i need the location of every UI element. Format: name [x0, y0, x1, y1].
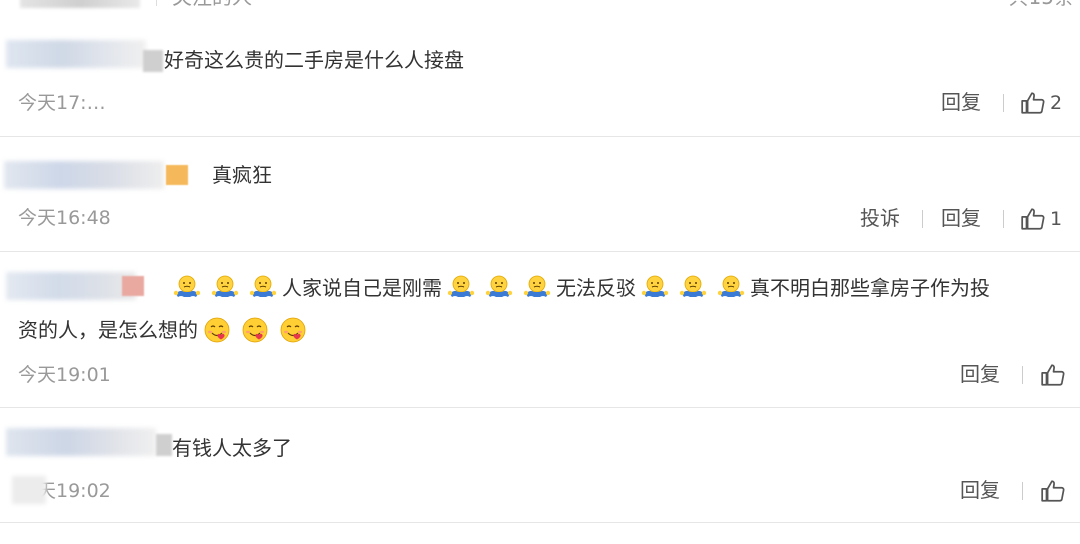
comment-text-part: 无法反驳 — [556, 276, 636, 300]
comment-time: 今天19:01 — [18, 364, 111, 386]
reply-button[interactable]: 回复 — [960, 362, 1000, 386]
comment-time: 今天16:48 — [18, 207, 111, 229]
like-button[interactable]: 2 — [1020, 90, 1062, 116]
blurred-username[interactable] — [6, 272, 136, 300]
shrug-emoji-icon — [523, 275, 551, 297]
blurred-username[interactable] — [6, 40, 146, 68]
divider — [1022, 366, 1023, 384]
blurred-username[interactable] — [6, 428, 156, 456]
blurred-avatar-edge — [166, 165, 188, 185]
like-button[interactable] — [1040, 362, 1066, 388]
reply-button[interactable]: 回复 — [960, 478, 1000, 502]
comment-item: 好奇这么贵的二手房是什么人接盘 今天17:… 回复 2 — [0, 0, 1080, 136]
divider — [1003, 210, 1004, 228]
divider — [1022, 482, 1023, 500]
reply-button[interactable]: 回复 — [941, 206, 981, 230]
shrug-emoji-icon — [173, 275, 201, 297]
report-button[interactable]: 投诉 — [860, 206, 900, 230]
comment-text-part: 人家说自己是刚需 — [282, 276, 442, 300]
like-count: 2 — [1050, 92, 1063, 114]
comment-item: 真疯狂 今天16:48 投诉 回复 1 — [0, 137, 1080, 251]
shrug-emoji-icon — [641, 275, 669, 297]
thumbs-up-icon — [1021, 92, 1045, 114]
shrug-emoji-icon — [679, 275, 707, 297]
like-button[interactable] — [1040, 478, 1066, 504]
comment-item: 人家说自己是刚需 无法反驳 真不明白那些拿房子作为投 资的人，是怎么想的 今天19:… — [0, 252, 1080, 407]
comment-text-part: 真不明白那些拿房子作为投 — [750, 276, 990, 300]
thumbs-up-icon — [1041, 364, 1065, 386]
shrug-emoji-icon — [485, 275, 513, 297]
reply-button[interactable]: 回复 — [941, 90, 981, 114]
divider — [922, 210, 923, 228]
shrug-emoji-icon — [717, 275, 745, 297]
heart-face-emoji-icon — [280, 317, 306, 343]
comment-text: 人家说自己是刚需 无法反驳 真不明白那些拿房子作为投 — [168, 272, 990, 304]
comment-text-line2: 资的人，是怎么想的 — [18, 314, 312, 346]
divider — [0, 522, 1080, 523]
heart-face-emoji-icon — [204, 317, 230, 343]
comment-time: 今天17:… — [18, 92, 106, 114]
comment-text-part: 资的人，是怎么想的 — [18, 318, 198, 342]
shrug-emoji-icon — [249, 275, 277, 297]
comment-text: 真疯狂 — [212, 163, 272, 187]
heart-face-emoji-icon — [242, 317, 268, 343]
like-count: 1 — [1050, 208, 1063, 230]
blurred-username[interactable] — [4, 161, 164, 189]
comment-text: 好奇这么贵的二手房是什么人接盘 — [164, 48, 464, 72]
like-button[interactable]: 1 — [1020, 206, 1062, 232]
blurred-avatar-edge — [156, 434, 172, 456]
thumbs-up-icon — [1041, 480, 1065, 502]
comment-item: 有钱人太多了 今天19:02 回复 — [0, 408, 1080, 522]
divider — [1003, 94, 1004, 112]
blurred-avatar-edge — [122, 276, 144, 296]
blurred-avatar-edge — [143, 50, 163, 72]
thumbs-up-icon — [1021, 208, 1045, 230]
comment-text: 有钱人太多了 — [172, 436, 292, 460]
shrug-emoji-icon — [211, 275, 239, 297]
shrug-emoji-icon — [447, 275, 475, 297]
blur-overlay — [12, 476, 46, 504]
